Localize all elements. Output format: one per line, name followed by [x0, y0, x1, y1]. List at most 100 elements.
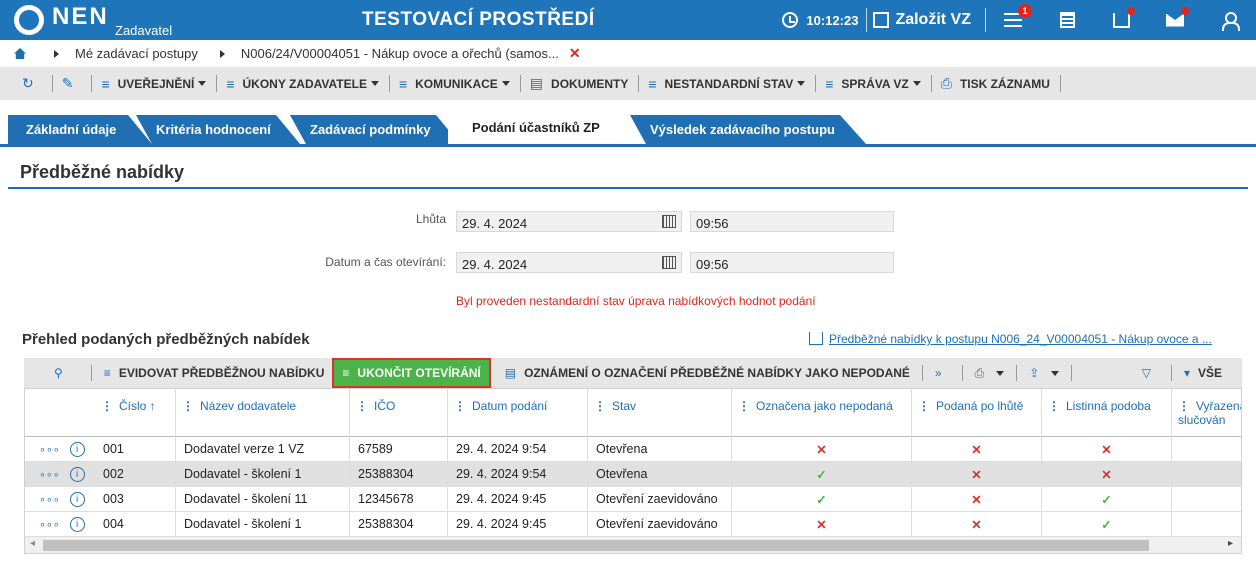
home-icon[interactable]: [14, 48, 26, 59]
print-menu[interactable]: ⎙: [967, 358, 1013, 388]
actions-menu[interactable]: ≡ ÚKONY ZADAVATELE: [216, 67, 389, 100]
col-ico[interactable]: ⋮ IČO: [349, 389, 447, 437]
more-icon[interactable]: ∘∘∘: [39, 468, 60, 481]
column-menu-icon: ⋮: [182, 399, 194, 413]
deadline-date-value: 29. 4. 2024: [462, 216, 528, 231]
notifications-button[interactable]: 1: [986, 0, 1040, 40]
award-filter-button[interactable]: ⚲: [24, 358, 87, 388]
clock-time: 10:12:23: [806, 12, 859, 28]
filter-button[interactable]: ▽: [1134, 358, 1167, 388]
horizontal-scrollbar[interactable]: ◂ ▸: [25, 536, 1241, 553]
col-excluded[interactable]: ⋮ Vyřazena slučován: [1171, 389, 1241, 437]
create-vz-button[interactable]: Založit VZ: [867, 11, 985, 29]
notify-label: OZNÁMENÍ O OZNAČENÍ PŘEDBĚŽNÉ NABÍDKY JA…: [524, 366, 910, 380]
cell-nepodana: ✕: [731, 437, 911, 462]
col-number[interactable]: ⋮ Číslo ↑: [95, 389, 175, 437]
info-icon[interactable]: i: [69, 492, 85, 507]
cell-num: 004: [103, 517, 124, 531]
more-icon[interactable]: ∘∘∘: [39, 518, 60, 531]
info-icon[interactable]: i: [69, 442, 85, 457]
col-date[interactable]: ⋮ Datum podání: [447, 389, 587, 437]
cell-date: 29. 4. 2024 9:45: [447, 487, 587, 512]
chevron-right-icon: [54, 49, 59, 58]
col-supplier[interactable]: ⋮ Název dodavatele: [175, 389, 349, 437]
tab-tender-conditions[interactable]: Zadávací podmínky: [292, 115, 442, 144]
nonstandard-menu[interactable]: ≡ NESTANDARDNÍ STAV: [638, 67, 815, 100]
export-icon: ⇪: [1029, 366, 1040, 380]
col-unsubmitted[interactable]: ⋮ Označena jako nepodaná: [731, 389, 911, 437]
col-state[interactable]: ⋮ Stav: [587, 389, 731, 437]
download-icon: [809, 332, 823, 345]
breadcrumb-my-procedures[interactable]: Mé zadávací postupy: [75, 46, 198, 61]
export-menu[interactable]: ⇪: [1021, 358, 1067, 388]
tab-procedure-result[interactable]: Výsledek zadávacího postupu: [632, 115, 842, 144]
inbox-button[interactable]: [1094, 0, 1148, 40]
caret-down-icon: [1051, 370, 1060, 376]
cell-nepodana: ✓: [731, 462, 911, 487]
opening-time-field[interactable]: 09:56: [690, 252, 894, 273]
opening-date-field[interactable]: 29. 4. 2024: [456, 252, 682, 273]
cell-ico: 25388304: [349, 512, 447, 537]
col-paper[interactable]: ⋮ Listinná podoba: [1041, 389, 1171, 437]
table-row[interactable]: ∘∘∘ i 001 Dodavatel verze 1 VZ 67589 29. 4. 2…: [25, 437, 1241, 462]
communication-label: KOMUNIKACE: [415, 76, 498, 91]
cell-num: 001: [103, 442, 124, 456]
cell-listinna: ✓: [1041, 487, 1171, 512]
tab-evaluation-criteria[interactable]: Kritéria hodnocení: [138, 115, 278, 144]
deadline-date-field[interactable]: 29. 4. 2024: [456, 211, 682, 232]
opening-time-value: 09:56: [696, 257, 729, 272]
download-offers-link[interactable]: Předběžné nabídky k postupu N006_24_V000…: [809, 332, 1212, 346]
manage-menu[interactable]: ≡ SPRÁVA VZ: [815, 67, 931, 100]
close-icon[interactable]: ✕: [569, 45, 581, 62]
deadline-time-value: 09:56: [696, 216, 729, 231]
info-icon[interactable]: i: [69, 517, 85, 532]
cross-icon: ✕: [971, 493, 982, 507]
logo[interactable]: NEN Zadavatel: [0, 0, 330, 40]
scroll-right-icon[interactable]: ▸: [1228, 538, 1233, 549]
more-icon[interactable]: ∘∘∘: [39, 493, 60, 506]
table-row[interactable]: ∘∘∘ i 004 Dodavatel - školení 1 25388304 29. …: [25, 512, 1241, 537]
cell-date: 29. 4. 2024 9:54: [447, 437, 587, 462]
view-all-menu[interactable]: ▾ VŠE: [1176, 358, 1242, 388]
record-offer-label: EVIDOVAT PŘEDBĚŽNOU NABÍDKU: [118, 366, 325, 380]
calendar-icon[interactable]: [662, 215, 676, 228]
cell-empty: [1171, 462, 1241, 487]
deadline-time-field[interactable]: 09:56: [690, 211, 894, 232]
table-row[interactable]: ∘∘∘ i 003 Dodavatel - školení 11 12345678 29.…: [25, 487, 1241, 512]
section-title: Předběžné nabídky: [8, 147, 1248, 189]
print-button[interactable]: ⎙ TISK ZÁZNAMU: [930, 67, 1060, 100]
info-icon[interactable]: i: [69, 467, 85, 482]
calendar-icon[interactable]: [662, 256, 676, 269]
scrollbar-thumb[interactable]: [43, 540, 1149, 551]
publish-label: UVEŘEJNĚNÍ: [117, 76, 195, 91]
caret-down-icon: [996, 370, 1005, 376]
col-state-label: Stav: [612, 399, 637, 413]
breadcrumb-current-procedure[interactable]: N006/24/V00004051 - Nákup ovoce a ořechů…: [241, 46, 559, 61]
main-toolbar: ↻ ✎ ≡ UVEŘEJNĚNÍ ≡ ÚKONY ZADAVATELE ≡ KOMUN…: [0, 67, 1256, 100]
more-button[interactable]: »: [927, 358, 958, 388]
table-row[interactable]: ∘∘∘ i 002 Dodavatel - školení 1 25388304 29. …: [25, 462, 1241, 487]
finish-opening-button[interactable]: ≡ UKONČIT OTEVÍRÁNÍ: [332, 358, 491, 388]
scroll-left-icon[interactable]: ◂: [30, 538, 35, 549]
edit-button[interactable]: ✎: [51, 67, 92, 100]
double-chevron-icon: »: [934, 366, 942, 380]
refresh-button[interactable]: ↻: [12, 67, 52, 100]
mail-button[interactable]: [1148, 0, 1202, 40]
tab-basic-info[interactable]: Základní údaje: [8, 115, 128, 144]
documents-button[interactable]: ▤ DOKUMENTY: [519, 67, 639, 100]
notify-unsubmitted-button[interactable]: ▤ OZNÁMENÍ O OZNAČENÍ PŘEDBĚŽNÉ NABÍDKY J…: [491, 358, 918, 388]
tab-label: Výsledek zadávacího postupu: [650, 122, 835, 137]
tab-participant-submissions[interactable]: Podání účastníků ZP: [454, 111, 614, 144]
col-late[interactable]: ⋮ Podaná po lhůtě: [911, 389, 1041, 437]
user-button[interactable]: [1202, 0, 1256, 40]
record-offer-button[interactable]: ≡ EVIDOVAT PŘEDBĚŽNOU NABÍDKU: [96, 358, 333, 388]
cell-empty: [1171, 437, 1241, 462]
publish-menu[interactable]: ≡ UVEŘEJNĚNÍ: [91, 67, 216, 100]
cell-date: 29. 4. 2024 9:45: [447, 512, 587, 537]
more-icon[interactable]: ∘∘∘: [39, 443, 60, 456]
communication-menu[interactable]: ≡ KOMUNIKACE: [388, 67, 520, 100]
cell-state: Otevřena: [587, 462, 731, 487]
printer-icon: ⎙: [974, 365, 985, 380]
grid-header: ⋮ Číslo ↑ ⋮ Název dodavatele ⋮ IČO ⋮ Datum p…: [25, 389, 1241, 437]
calculator-button[interactable]: [1040, 0, 1094, 40]
